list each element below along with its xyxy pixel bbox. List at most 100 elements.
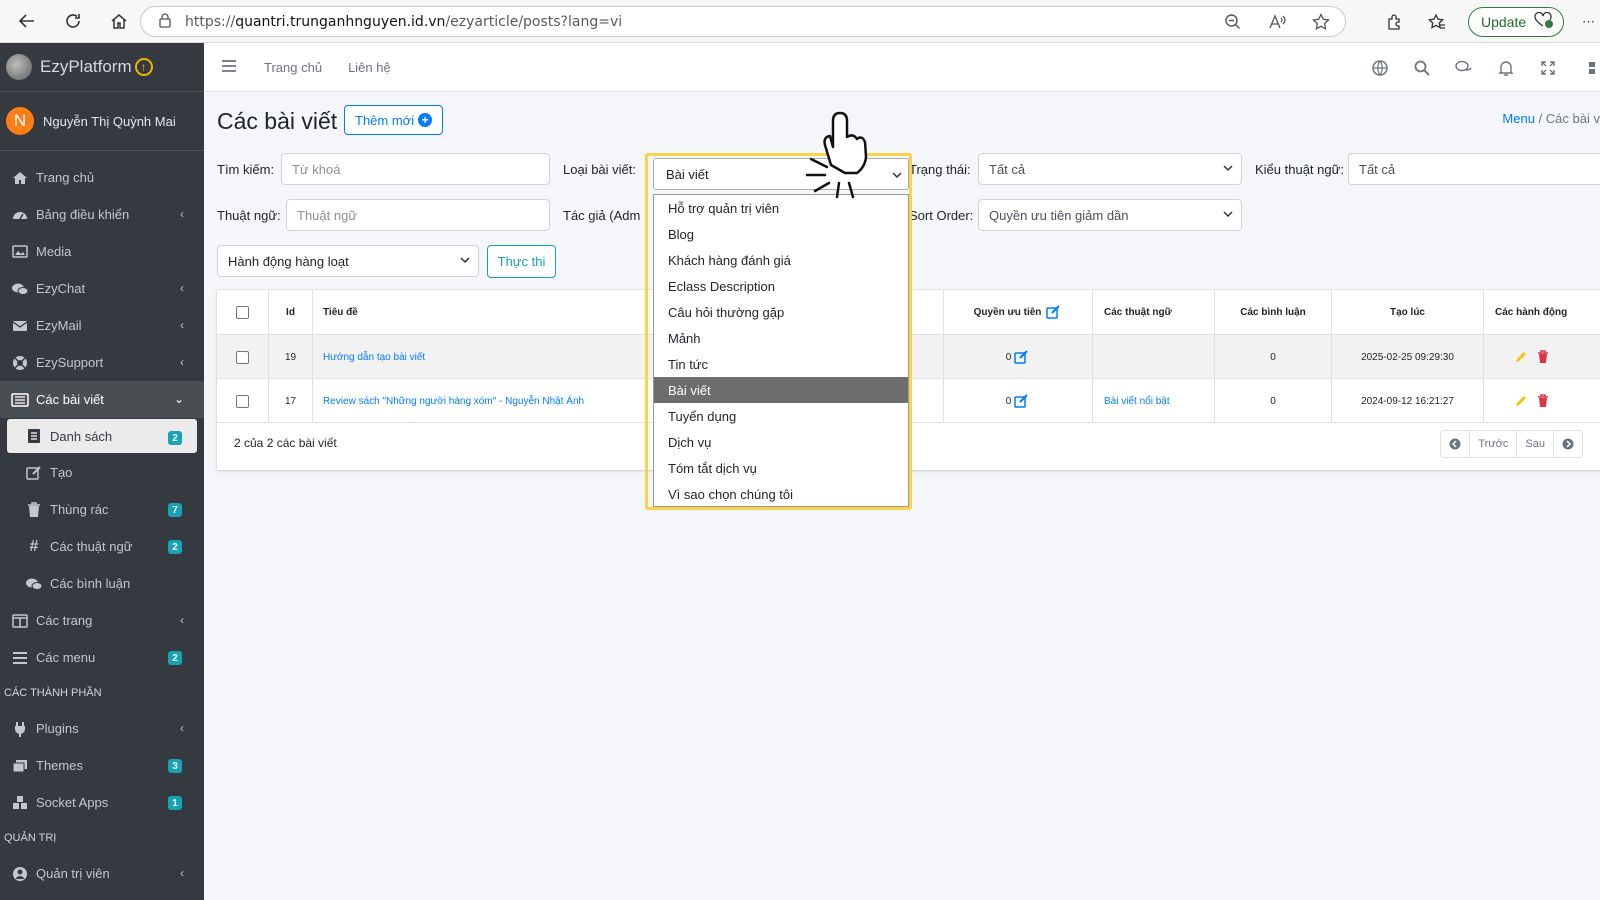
option-news[interactable]: Tin tức [654, 351, 908, 377]
sidebar-item-create[interactable]: Tạo [0, 454, 204, 491]
sidebar-menu: Trang chủ Bảng điều khiển ‹ Media EzyCha… [0, 151, 204, 892]
term-link[interactable]: Bài viết nổi bật [1104, 396, 1170, 407]
sidebar-item-ezymail[interactable]: EzyMail ‹ [0, 307, 204, 344]
term-input[interactable]: Thuật ngữ [286, 199, 550, 231]
sidebar-item-plugins[interactable]: Plugins ‹ [0, 710, 204, 747]
trash-icon[interactable] [1537, 394, 1549, 408]
sidebar-item-media[interactable]: Media [0, 233, 204, 270]
sidebar-item-admins[interactable]: Quản trị viên ‹ [0, 855, 204, 892]
option-service-summary[interactable]: Tóm tắt dịch vụ [654, 455, 908, 481]
zoom-out-icon[interactable] [1223, 12, 1243, 32]
chevron-down-icon [1223, 165, 1233, 172]
status-select[interactable]: Tất cả [978, 153, 1242, 185]
chevron-down-icon [1223, 211, 1233, 218]
edit-priority-icon[interactable] [1014, 350, 1030, 364]
fullscreen-icon[interactable] [1538, 59, 1558, 77]
add-new-button[interactable]: Thêm mới + [344, 105, 444, 135]
row-checkbox[interactable] [236, 350, 249, 364]
sidebar-item-ezysupport[interactable]: EzySupport ‹ [0, 344, 204, 381]
read-aloud-icon[interactable] [1267, 12, 1287, 32]
prev-page-button[interactable]: Trước [1470, 431, 1518, 457]
back-icon[interactable] [12, 6, 42, 36]
chevron-left-icon: ‹ [180, 355, 184, 369]
search-icon[interactable] [1412, 59, 1432, 77]
option-customer-reviews[interactable]: Khách hàng đánh giá [654, 247, 908, 273]
nav-link-contact[interactable]: Liên hệ [348, 60, 391, 75]
edit-icon[interactable] [1046, 305, 1062, 319]
sidebar-item-menus[interactable]: Các menu 2 [0, 639, 204, 676]
section-header-components: CÁC THÀNH PHẦN [4, 687, 102, 699]
home-icon [10, 169, 30, 187]
pencil-icon[interactable] [1514, 350, 1528, 364]
globe-icon[interactable] [1370, 59, 1390, 77]
sidebar-item-pages[interactable]: Các trang ‹ [0, 602, 204, 639]
column-header-comments[interactable]: Các bình luận [1215, 290, 1332, 334]
pencil-icon[interactable] [1514, 394, 1528, 408]
sidebar-item-comments[interactable]: Các bình luận [0, 565, 204, 602]
next-page-button[interactable]: Sau [1517, 431, 1554, 457]
post-title-link[interactable]: Hướng dẫn tạo bài viết [323, 352, 425, 363]
favorites-icon[interactable] [1426, 11, 1448, 33]
sidebar-item-themes[interactable]: Themes 3 [0, 747, 204, 784]
trash-icon[interactable] [1537, 350, 1549, 364]
sidebar-item-terms[interactable]: # Các thuật ngữ 2 [0, 528, 204, 565]
brand[interactable]: EzyPlatform ↑ [0, 43, 204, 92]
bell-icon[interactable] [1496, 59, 1516, 77]
column-header-terms[interactable]: Các thuật ngữ [1093, 290, 1215, 334]
page-title: Các bài viết [217, 108, 338, 134]
grid-icon[interactable] [1580, 59, 1600, 77]
next-arrow-icon[interactable] [1554, 431, 1582, 457]
sidebar-item-posts[interactable]: Các bài viết ⌄ [0, 381, 204, 418]
execute-button[interactable]: Thực thi [487, 245, 556, 278]
option-post-selected[interactable]: Bài viết [654, 377, 908, 403]
sidebar-item-ezychat[interactable]: EzyChat ‹ [0, 270, 204, 307]
option-blog[interactable]: Blog [654, 221, 908, 247]
edit-priority-icon[interactable] [1014, 394, 1030, 408]
row-terms: Bài viết nổi bật [1093, 379, 1215, 423]
term-type-select[interactable]: Tất cả [1348, 153, 1600, 185]
column-header-id[interactable]: Id [269, 290, 313, 334]
row-comments: 0 [1215, 335, 1332, 379]
term-type-label: Kiểu thuật ngữ: [1255, 162, 1344, 177]
select-all-checkbox[interactable] [236, 305, 249, 319]
address-bar[interactable]: https://quantri.trunganhnguyen.id.vn/ezy… [140, 6, 1346, 37]
refresh-icon[interactable] [58, 6, 88, 36]
breadcrumb-menu-link[interactable]: Menu [1502, 111, 1535, 126]
row-checkbox-cell [217, 335, 269, 379]
row-checkbox[interactable] [236, 394, 249, 408]
avatar: N [6, 107, 34, 135]
option-why-choose-us[interactable]: Vì sao chọn chúng tôi [654, 481, 908, 507]
post-title-link[interactable]: Review sách "Những người hàng xóm" - Ngu… [323, 396, 584, 407]
sort-order-select[interactable]: Quyền ưu tiên giảm dần [978, 199, 1242, 231]
user-panel[interactable]: N Nguyễn Thị Quỳnh Mai [0, 92, 204, 151]
row-actions [1484, 379, 1600, 423]
search-input[interactable]: Từ khoá [281, 153, 550, 185]
column-header-priority[interactable]: Quyền ưu tiên [943, 290, 1093, 334]
option-eclass-description[interactable]: Eclass Description [654, 273, 908, 299]
option-services[interactable]: Dịch vụ [654, 429, 908, 455]
prev-arrow-icon[interactable] [1441, 431, 1471, 457]
sidebar-item-trash[interactable]: Thùng rác 7 [0, 491, 204, 528]
option-fragment[interactable]: Mảnh [654, 325, 908, 351]
update-button[interactable]: Update [1468, 6, 1564, 37]
extensions-icon[interactable] [1384, 11, 1406, 33]
sidebar-item-dashboard[interactable]: Bảng điều khiển ‹ [0, 196, 204, 233]
comments-icon [24, 575, 44, 593]
messages-icon[interactable] [1454, 59, 1474, 77]
themes-icon [10, 757, 30, 775]
option-recruitment[interactable]: Tuyển dụng [654, 403, 908, 429]
home-browser-icon[interactable] [104, 6, 134, 36]
chevron-left-icon: ‹ [180, 281, 184, 295]
row-actions [1484, 335, 1600, 379]
sort-order-label: Sort Order: [909, 208, 974, 223]
sidebar-item-socket-apps[interactable]: Socket Apps 1 [0, 784, 204, 821]
column-header-created[interactable]: Tạo lúc [1332, 290, 1484, 334]
option-faq[interactable]: Câu hỏi thường gặp [654, 299, 908, 325]
hamburger-icon[interactable] [222, 59, 238, 75]
bulk-action-select[interactable]: Hành động hàng loạt [217, 245, 479, 277]
sidebar-item-home[interactable]: Trang chủ [0, 159, 204, 196]
favorite-star-icon[interactable] [1311, 12, 1331, 32]
nav-link-home[interactable]: Trang chủ [264, 60, 322, 75]
more-icon[interactable]: ⋯ [1582, 14, 1595, 30]
sidebar-item-post-list[interactable]: Danh sách 2 [7, 419, 197, 453]
